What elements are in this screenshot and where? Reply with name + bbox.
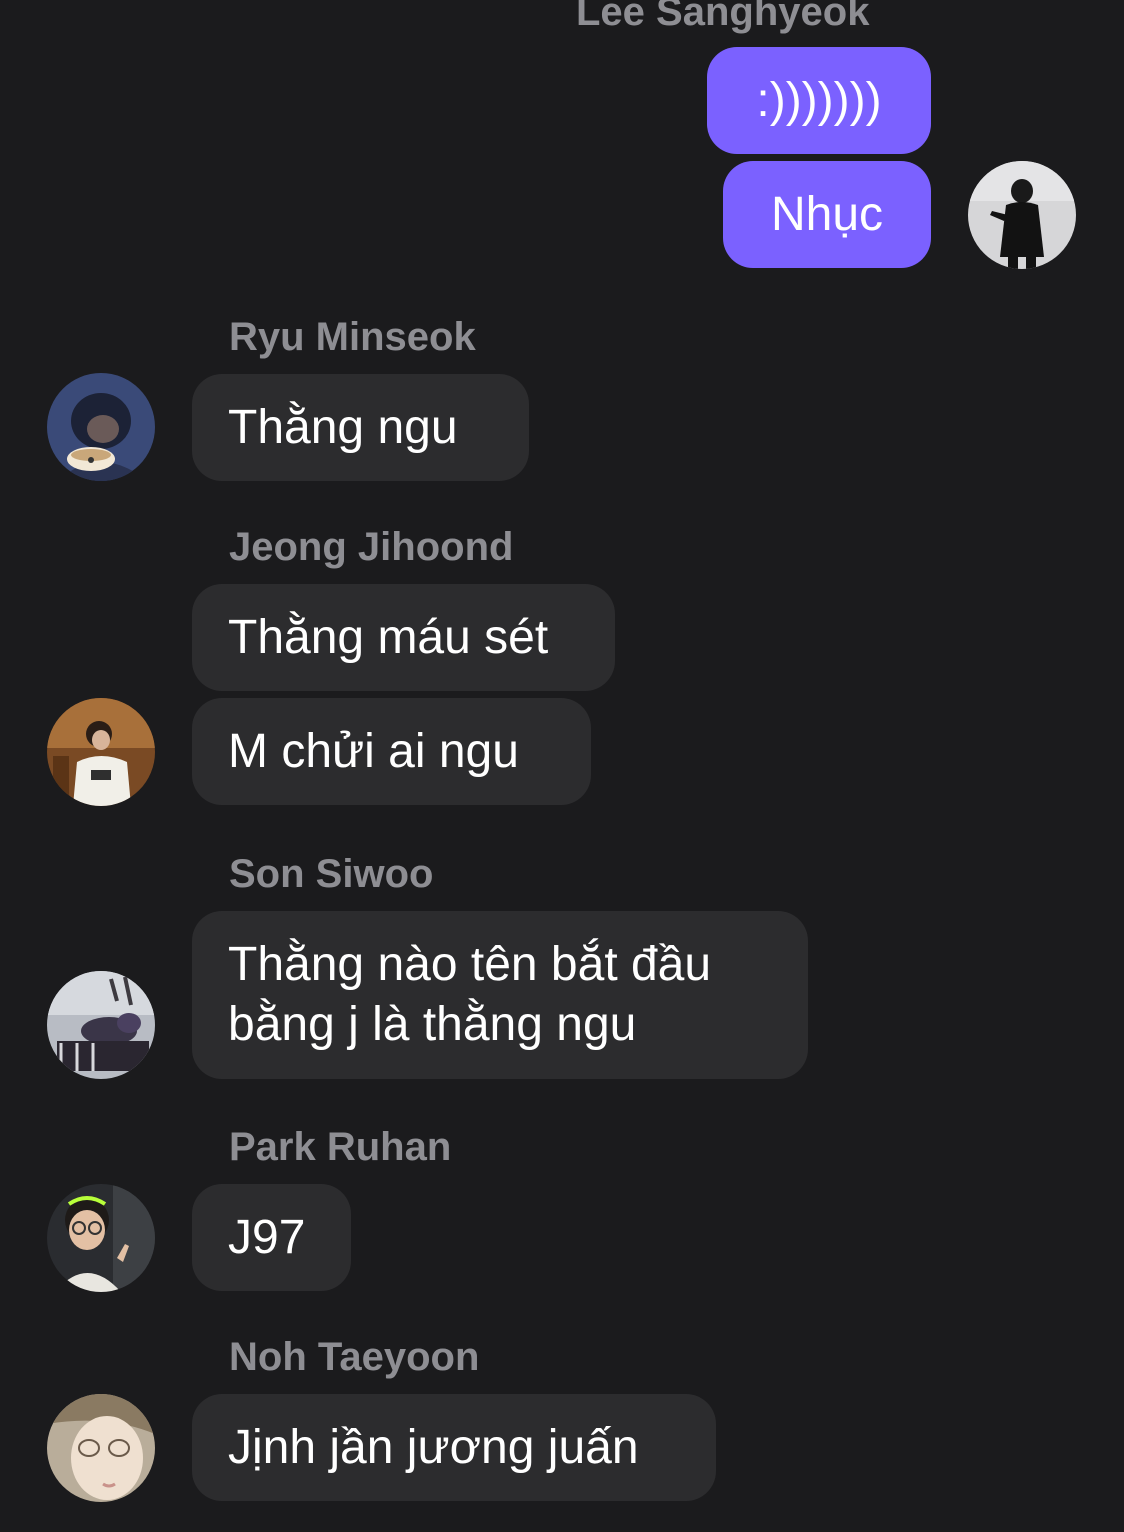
profile-photo-icon (47, 1394, 155, 1502)
profile-photo-icon (47, 698, 155, 806)
sender-name-noh-taeyoon: Noh Taeyoon (229, 1335, 480, 1379)
outgoing-message-bubble[interactable]: :))))))) (707, 47, 931, 154)
incoming-message-bubble[interactable]: Thằng nào tên bắt đầu bằng j là thằng ng… (192, 911, 808, 1079)
avatar-jeong-jihoond[interactable] (47, 698, 155, 806)
sender-name-son-siwoo: Son Siwoo (229, 852, 434, 896)
outgoing-message-bubble[interactable]: Nhục (723, 161, 931, 268)
avatar-noh-taeyoon[interactable] (47, 1394, 155, 1502)
incoming-message-bubble[interactable]: Thằng ngu (192, 374, 529, 481)
avatar-son-siwoo[interactable] (47, 971, 155, 1079)
profile-photo-icon (47, 971, 155, 1079)
avatar-lee-sanghyeok[interactable] (968, 161, 1076, 269)
avatar-park-ruhan[interactable] (47, 1184, 155, 1292)
sender-name-jeong-jihoond: Jeong Jihoond (229, 525, 514, 569)
incoming-message-bubble[interactable]: Jịnh jần jương juấn (192, 1394, 716, 1501)
sender-name-park-ruhan: Park Ruhan (229, 1125, 452, 1169)
profile-photo-icon (47, 373, 155, 481)
incoming-message-bubble[interactable]: J97 (192, 1184, 351, 1291)
avatar-ryu-minseok[interactable] (47, 373, 155, 481)
profile-photo-icon (47, 1184, 155, 1292)
incoming-message-bubble[interactable]: Thằng máu sét (192, 584, 615, 691)
incoming-message-bubble[interactable]: M chửi ai ngu (192, 698, 591, 805)
profile-photo-icon (968, 161, 1076, 269)
sender-name-ryu-minseok: Ryu Minseok (229, 315, 476, 359)
sender-name-lee-sanghyeok: Lee Sanghyeok (576, 0, 870, 34)
